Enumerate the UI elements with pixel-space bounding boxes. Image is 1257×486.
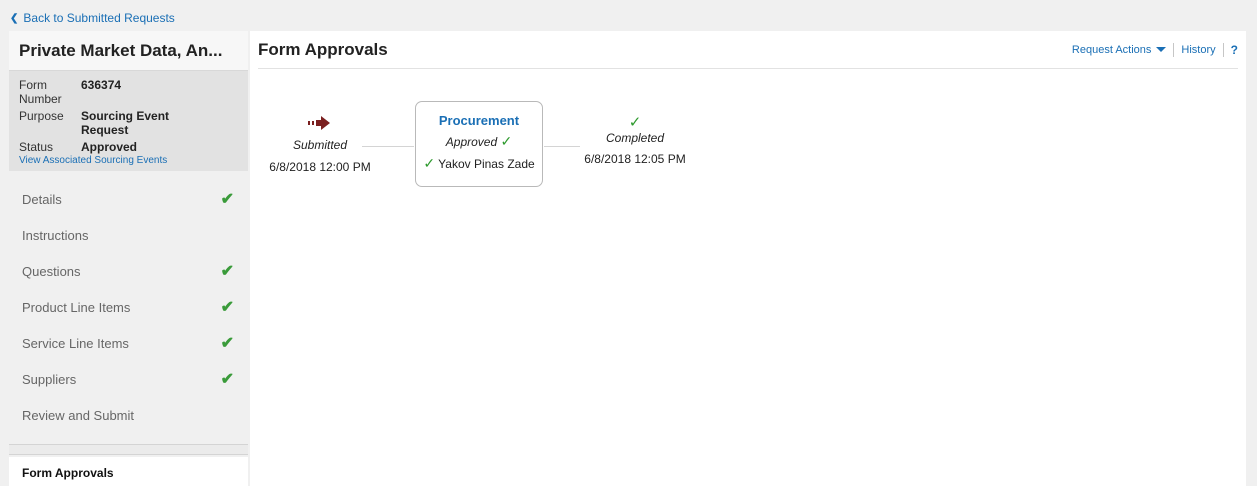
sidebar-item-instructions[interactable]: Instructions	[9, 217, 248, 253]
check-icon: ✔	[220, 371, 234, 388]
nav-divider	[9, 444, 248, 455]
procurement-step: Procurement Approved ✓ ✓ Yakov Pinas Zad…	[415, 101, 543, 187]
check-icon: ✔	[220, 191, 234, 208]
sidebar: Private Market Data, An... Form Number 6…	[9, 31, 248, 486]
main-panel: Form Approvals Request Actions History ?…	[250, 31, 1246, 486]
history-link[interactable]: History	[1181, 44, 1215, 56]
sidebar-item-label: Questions	[22, 263, 81, 279]
completed-time: 6/8/2018 12:05 PM	[584, 152, 686, 166]
form-number-value: 636374	[81, 78, 122, 92]
sidebar-item-form-approvals[interactable]: Form Approvals	[9, 457, 248, 486]
procurement-title: Procurement	[438, 113, 520, 128]
main-header: Form Approvals Request Actions History ?	[258, 31, 1238, 69]
sidebar-item-details[interactable]: Details ✔	[9, 181, 248, 217]
sidebar-nav: Details ✔ Instructions Questions ✔ Produ…	[9, 181, 248, 433]
divider	[1222, 42, 1224, 57]
form-info-panel: Form Number 636374 Purpose Sourcing Even…	[9, 71, 248, 171]
approver: ✓ Yakov Pinas Zade	[416, 155, 542, 172]
sidebar-item-label: Review and Submit	[22, 407, 134, 423]
sidebar-item-review-and-submit[interactable]: Review and Submit	[9, 397, 248, 433]
divider	[1173, 42, 1175, 57]
check-icon: ✔	[220, 299, 234, 316]
form-title: Private Market Data, An...	[9, 31, 248, 71]
check-icon: ✓	[423, 155, 436, 171]
procurement-status: Approved ✓	[416, 133, 542, 150]
back-link-label: Back to Submitted Requests	[23, 11, 175, 25]
sidebar-item-service-line-items[interactable]: Service Line Items ✔	[9, 325, 248, 361]
status-label: Status	[19, 140, 54, 154]
sidebar-item-label: Service Line Items	[22, 335, 129, 351]
help-icon[interactable]: ?	[1231, 43, 1238, 57]
submitted-step: Submitted 6/8/2018 12:00 PM	[250, 138, 390, 174]
purpose-label: Purpose	[19, 109, 64, 123]
completed-label: Completed	[605, 131, 665, 145]
sidebar-item-label: Product Line Items	[22, 299, 131, 315]
submitted-label: Submitted	[292, 138, 348, 152]
completed-check-icon: ✓	[628, 114, 642, 131]
chevron-left-icon: ❮	[10, 12, 19, 24]
approval-flow: Submitted 6/8/2018 12:00 PM Procurement …	[250, 71, 1246, 191]
check-icon: ✔	[220, 335, 234, 352]
check-icon: ✔	[220, 263, 234, 280]
sidebar-item-suppliers[interactable]: Suppliers ✔	[9, 361, 248, 397]
sidebar-item-product-line-items[interactable]: Product Line Items ✔	[9, 289, 248, 325]
header-actions: Request Actions History ?	[1072, 42, 1238, 57]
request-actions-label: Request Actions	[1071, 43, 1152, 56]
procurement-status-label: Approved	[445, 135, 498, 149]
request-actions-menu[interactable]: Request Actions	[1072, 44, 1167, 56]
approver-name: Yakov Pinas Zade	[438, 157, 535, 171]
submitted-arrow-icon	[308, 116, 330, 130]
sidebar-item-label: Details	[22, 191, 62, 207]
view-associated-sourcing-events-link[interactable]: View Associated Sourcing Events	[19, 155, 238, 166]
submitted-time: 6/8/2018 12:00 PM	[269, 160, 371, 174]
caret-down-icon	[1156, 47, 1167, 52]
sidebar-item-label: Suppliers	[22, 371, 77, 387]
sidebar-item-questions[interactable]: Questions ✔	[9, 253, 248, 289]
check-icon: ✓	[500, 133, 513, 149]
page-title: Form Approvals	[258, 39, 388, 59]
completed-step: ✓ Completed 6/8/2018 12:05 PM	[570, 113, 700, 166]
purpose-value: Sourcing Event Request	[81, 109, 170, 137]
form-number-label: Form Number	[19, 78, 62, 106]
flow-connector	[362, 146, 414, 147]
back-to-submitted-requests-link[interactable]: ❮ Back to Submitted Requests	[10, 11, 175, 25]
sidebar-item-label: Instructions	[22, 227, 89, 243]
status-value: Approved	[81, 140, 138, 154]
